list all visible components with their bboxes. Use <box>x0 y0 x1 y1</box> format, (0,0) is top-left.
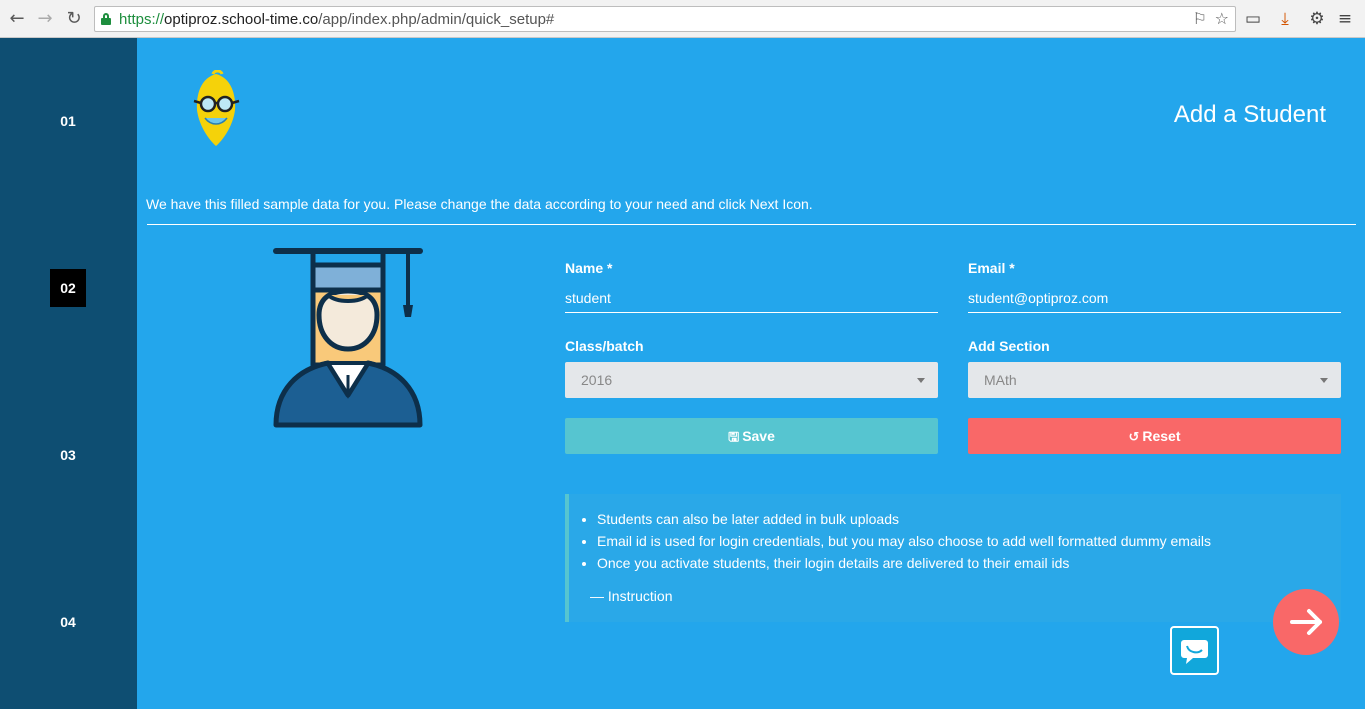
instruction-list: Students can also be later added in bulk… <box>597 511 1211 577</box>
forward-icon[interactable]: → <box>34 8 56 30</box>
bookmark-star-icon[interactable]: ☆ <box>1215 11 1229 27</box>
save-button[interactable]: 🖫 Save <box>565 418 938 454</box>
class-batch-select[interactable]: 2016 <box>565 362 938 398</box>
address-bar[interactable]: https://optiproz.school-time.co/app/inde… <box>94 6 1236 32</box>
main-panel: Add a Student We have this filled sample… <box>137 38 1365 709</box>
save-button-label: Save <box>742 428 775 444</box>
section-select[interactable]: MAth <box>968 362 1341 398</box>
translate-icon[interactable]: ⚐ <box>1193 11 1207 27</box>
step-04[interactable]: 04 <box>50 603 86 641</box>
step-02[interactable]: 02 <box>50 269 86 307</box>
brand-logo <box>193 70 240 146</box>
chevron-down-icon <box>917 378 925 383</box>
class-batch-value: 2016 <box>581 372 613 388</box>
intro-text: We have this filled sample data for you.… <box>146 196 813 212</box>
list-item: Students can also be later added in bulk… <box>597 511 1211 527</box>
extension-gear-icon[interactable]: ⚙ <box>1306 8 1328 30</box>
chat-bubble-icon <box>1181 640 1208 664</box>
reload-icon[interactable]: ↻ <box>63 8 85 30</box>
reset-button-label: Reset <box>1142 428 1181 444</box>
class-batch-label: Class/batch <box>565 338 644 354</box>
divider <box>147 224 1356 225</box>
cast-icon[interactable]: ▭ <box>1242 8 1264 30</box>
instruction-cite: — Instruction <box>590 588 673 604</box>
list-item: Once you activate students, their login … <box>597 555 1211 571</box>
back-icon[interactable]: ← <box>6 8 28 30</box>
url-text: https://optiproz.school-time.co/app/inde… <box>119 11 555 28</box>
step-03[interactable]: 03 <box>50 436 86 474</box>
section-value: MAth <box>984 372 1017 388</box>
chevron-down-icon <box>1320 378 1328 383</box>
menu-icon[interactable]: ≡ <box>1334 8 1356 30</box>
next-step-button[interactable] <box>1273 589 1339 655</box>
list-item: Email id is used for login credentials, … <box>597 533 1211 549</box>
reset-button[interactable]: ↺ Reset <box>968 418 1341 454</box>
student-graduate-illustration <box>273 248 423 428</box>
undo-icon: ↺ <box>1128 430 1140 445</box>
section-label: Add Section <box>968 338 1050 354</box>
email-label: Email * <box>968 260 1015 276</box>
arrow-right-icon <box>1290 609 1322 635</box>
floppy-disk-icon: 🖫 <box>728 430 740 445</box>
wizard-sidebar: 01 02 03 04 <box>0 38 137 709</box>
page-title: Add a Student <box>1173 101 1326 128</box>
browser-toolbar: ← → ↻ https://optiproz.school-time.co/ap… <box>0 0 1365 38</box>
instruction-box: Students can also be later added in bulk… <box>565 494 1341 622</box>
chat-button[interactable] <box>1170 626 1219 675</box>
lock-icon <box>101 13 111 25</box>
name-input[interactable] <box>565 283 938 313</box>
name-label: Name * <box>565 260 613 276</box>
email-input[interactable] <box>968 283 1341 313</box>
download-icon[interactable]: ⤓ <box>1274 8 1296 30</box>
step-01[interactable]: 01 <box>50 102 86 140</box>
